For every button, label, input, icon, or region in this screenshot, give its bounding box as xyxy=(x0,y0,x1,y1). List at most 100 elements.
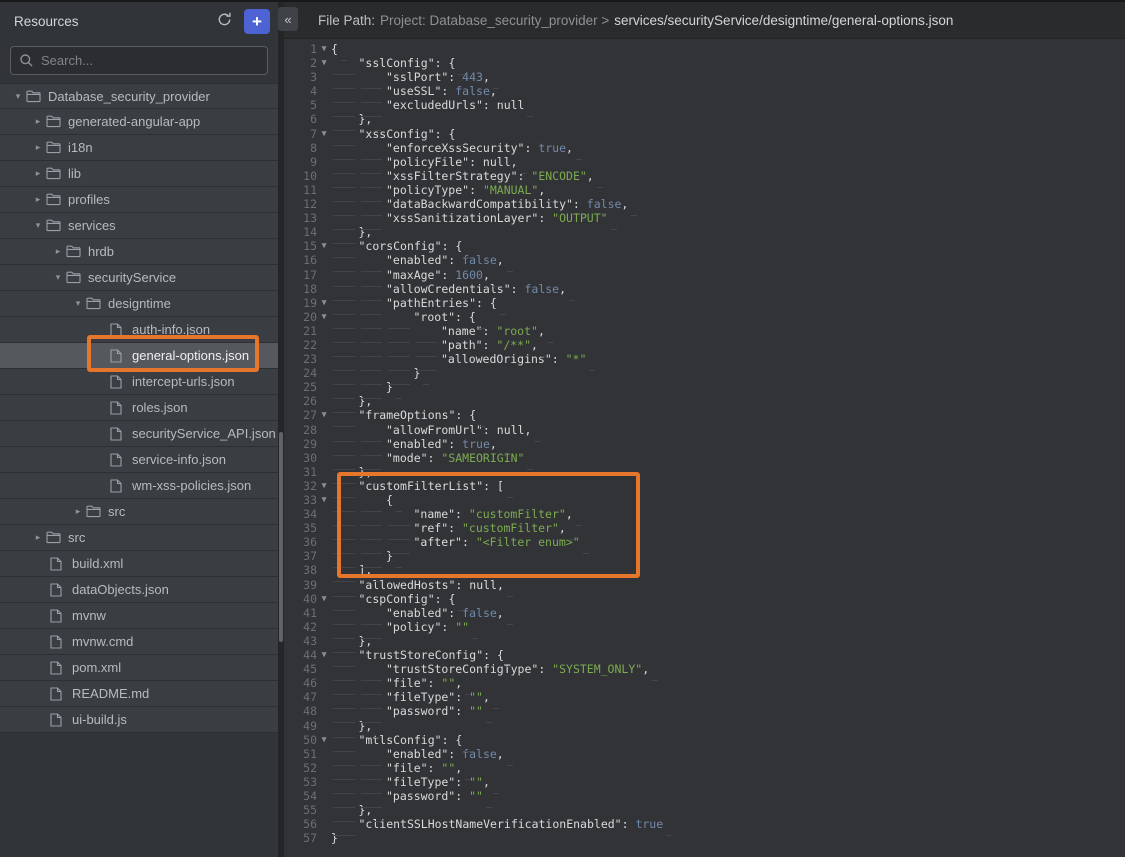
code-line: 56"clientSSLHostNameVerificationEnabled"… xyxy=(284,817,1125,831)
code-text: "policy": "" xyxy=(331,620,480,634)
line-number: 2 xyxy=(284,56,317,70)
line-number: 1 xyxy=(284,42,317,56)
tree-item-i18n[interactable]: ▸i18n xyxy=(0,135,278,161)
tree-item-src[interactable]: ▸src xyxy=(0,499,278,525)
tree-item-src[interactable]: ▸src xyxy=(0,525,278,551)
tree-item-README.md[interactable]: README.md xyxy=(0,681,278,707)
line-number: 25 xyxy=(284,380,317,394)
tree-item-profiles[interactable]: ▸ profiles xyxy=(0,187,278,213)
tree-item-ui-build.js[interactable]: ui-build.js xyxy=(0,707,278,733)
code-text: }, xyxy=(331,803,383,817)
file-icon xyxy=(50,583,65,597)
code-line: 2▼"sslConfig": { xyxy=(284,56,1125,70)
line-number: 29 xyxy=(284,437,317,451)
code-line: 34"name": "customFilter", xyxy=(284,507,1125,521)
code-line: 52"file": "", xyxy=(284,761,1125,775)
code-text: "mtlsConfig": { xyxy=(331,733,473,747)
refresh-button[interactable] xyxy=(212,9,236,33)
code-text: }, xyxy=(331,394,383,408)
file-icon xyxy=(110,375,125,389)
fold-arrow-icon[interactable]: ▼ xyxy=(317,239,331,253)
tree-item-wm-xss-policies.json[interactable]: wm-xss-policies.json xyxy=(0,473,278,499)
fold-arrow-icon[interactable]: ▼ xyxy=(317,733,331,747)
code-text: }, xyxy=(331,634,383,648)
fold-arrow-icon[interactable]: ▼ xyxy=(317,42,331,56)
tree-item-generated-angular-app[interactable]: ▸generated-angular-app xyxy=(0,109,278,135)
tree-item-lib[interactable]: ▸lib xyxy=(0,161,278,187)
code-line: 16"enabled": false, xyxy=(284,253,1125,267)
line-number: 33 xyxy=(284,493,317,507)
line-number: 8 xyxy=(284,141,317,155)
tree-item-securityService_API.json[interactable]: securityService_API.json xyxy=(0,421,278,447)
chevron-right-icon[interactable]: ▸ xyxy=(30,532,46,543)
chevron-right-icon[interactable]: ▸ xyxy=(30,142,46,153)
tree-item-label: securityService_API.json xyxy=(132,426,276,441)
line-number: 40 xyxy=(284,592,317,606)
chevron-down-icon[interactable]: ▾ xyxy=(30,220,46,231)
fold-arrow-icon[interactable]: ▼ xyxy=(317,479,331,493)
code-line: 1▼{ xyxy=(284,42,1125,56)
code-text: "fileType": "", xyxy=(331,690,501,704)
tree-item-roles.json[interactable]: roles.json xyxy=(0,395,278,421)
fold-arrow-icon[interactable]: ▼ xyxy=(317,296,331,310)
line-number: 12 xyxy=(284,197,317,211)
fold-arrow-icon[interactable]: ▼ xyxy=(317,310,331,324)
code-line: 3"sslPort": 443, xyxy=(284,70,1125,84)
add-resource-button[interactable]: + xyxy=(244,9,270,34)
fold-arrow-icon[interactable]: ▼ xyxy=(317,408,331,422)
tree-item-pom.xml[interactable]: pom.xml xyxy=(0,655,278,681)
line-number: 39 xyxy=(284,578,317,592)
chevron-down-icon[interactable]: ▾ xyxy=(10,91,26,102)
file-path-label: File Path: xyxy=(318,13,375,28)
code-text: "xssSanitizationLayer": "OUTPUT" xyxy=(331,211,619,225)
code-text: { xyxy=(331,493,404,507)
tree-item-label: auth-info.json xyxy=(132,322,210,337)
chevron-right-icon[interactable]: ▸ xyxy=(70,506,86,517)
tree-item-mvnw[interactable]: mvnw xyxy=(0,603,278,629)
tree-item-label: build.xml xyxy=(72,556,123,571)
tree-item-mvnw.cmd[interactable]: mvnw.cmd xyxy=(0,629,278,655)
line-number: 27 xyxy=(284,408,317,422)
tree-item-auth-info.json[interactable]: auth-info.json xyxy=(0,317,278,343)
chevron-right-icon[interactable]: ▸ xyxy=(50,246,66,257)
collapse-panel-button[interactable]: « xyxy=(278,7,298,31)
chevron-right-icon[interactable]: ▸ xyxy=(30,194,46,205)
line-number: 57 xyxy=(284,831,317,845)
code-text: "fileType": "", xyxy=(331,775,501,789)
code-editor[interactable]: 1▼{2▼"sslConfig": {3"sslPort": 443,4"use… xyxy=(284,39,1125,857)
line-number: 50 xyxy=(284,733,317,747)
resources-panel-header: Resources + xyxy=(0,2,278,40)
tree-item-hrdb[interactable]: ▸hrdb xyxy=(0,239,278,265)
line-number: 43 xyxy=(284,634,317,648)
tree-item-general-options.json[interactable]: general-options.json xyxy=(0,343,278,369)
line-number: 28 xyxy=(284,423,317,437)
tree-item-label: profiles xyxy=(68,192,110,207)
chevron-right-icon[interactable]: ▸ xyxy=(30,168,46,179)
tree-item-build.xml[interactable]: build.xml xyxy=(0,551,278,577)
fold-arrow-icon[interactable]: ▼ xyxy=(317,592,331,606)
fold-arrow-icon[interactable]: ▼ xyxy=(317,648,331,662)
chevron-down-icon[interactable]: ▾ xyxy=(70,298,86,309)
code-line: 17"maxAge": 1600, xyxy=(284,268,1125,282)
tree-item-designtime[interactable]: ▾designtime xyxy=(0,291,278,317)
refresh-icon xyxy=(216,11,233,31)
tree-item-intercept-urls.json[interactable]: intercept-urls.json xyxy=(0,369,278,395)
tree-item-dataObjects.json[interactable]: dataObjects.json xyxy=(0,577,278,603)
code-text: }, xyxy=(331,719,383,733)
fold-arrow-icon[interactable]: ▼ xyxy=(317,127,331,141)
line-number: 49 xyxy=(284,719,317,733)
line-number: 4 xyxy=(284,84,317,98)
fold-arrow-icon[interactable]: ▼ xyxy=(317,56,331,70)
chevron-down-icon[interactable]: ▾ xyxy=(50,272,66,283)
tree-item-Database_security_provider[interactable]: ▾Database_security_provider xyxy=(0,83,278,109)
code-text: "cspConfig": { xyxy=(331,592,466,606)
sidebar-scrollbar[interactable] xyxy=(279,432,283,642)
tree-item-securityService[interactable]: ▾securityService xyxy=(0,265,278,291)
code-line: 26}, xyxy=(284,394,1125,408)
fold-arrow-icon[interactable]: ▼ xyxy=(317,493,331,507)
tree-item-service-info.json[interactable]: service-info.json xyxy=(0,447,278,473)
code-line: 28"allowFromUrl": null, xyxy=(284,423,1125,437)
tree-item-services[interactable]: ▾services xyxy=(0,213,278,239)
search-input[interactable] xyxy=(10,46,268,75)
chevron-right-icon[interactable]: ▸ xyxy=(30,116,46,127)
